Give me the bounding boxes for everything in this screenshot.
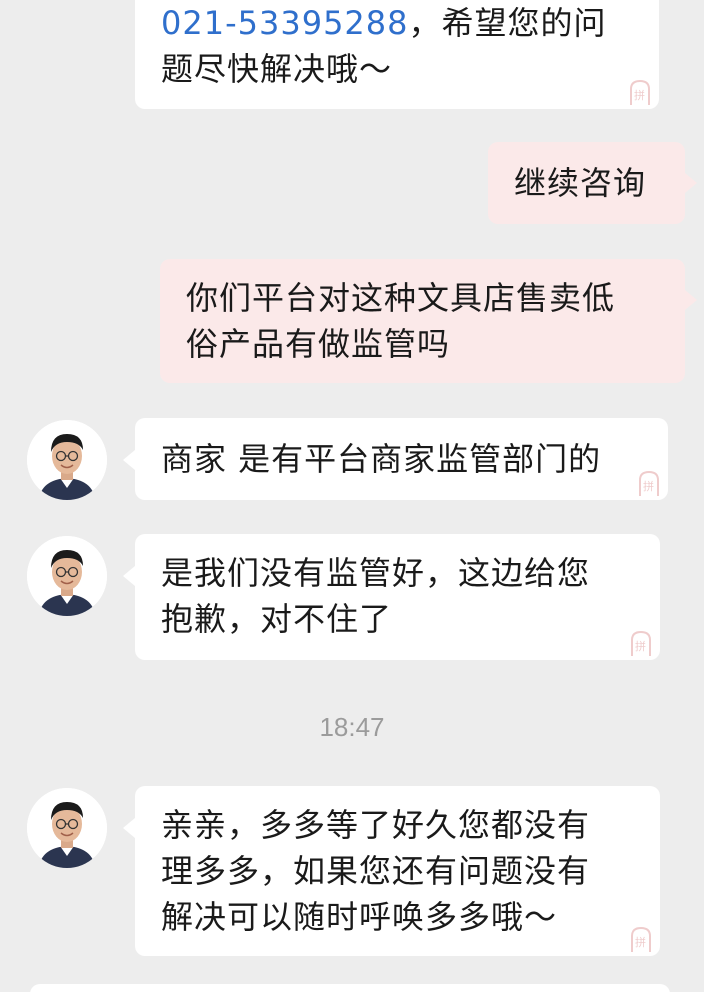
message-bubble-outgoing[interactable]: 继续咨询 xyxy=(488,142,685,224)
message-bubble-incoming[interactable]: 021-53395288，希望您的问 题尽快解决哦～ 拼 xyxy=(135,0,659,109)
bubble-tail xyxy=(123,566,135,586)
agent-avatar-icon[interactable] xyxy=(27,788,107,868)
bubble-tail xyxy=(685,173,697,193)
message-text: 继续咨询 xyxy=(514,164,647,202)
svg-text:拼: 拼 xyxy=(635,639,647,653)
pin-stamp-icon: 拼 xyxy=(630,79,650,105)
bubble-tail xyxy=(123,450,135,470)
svg-text:拼: 拼 xyxy=(643,479,655,493)
message-text: ，希望您的问 xyxy=(408,4,607,42)
message-line: 解决可以随时呼唤多多哦～ xyxy=(161,898,558,936)
message-line: 题尽快解决哦～ xyxy=(161,50,393,88)
phone-link[interactable]: 021-53395288 xyxy=(161,4,409,42)
message-line: 抱歉，对不住了 xyxy=(161,600,393,638)
message-bubble-incoming[interactable]: 亲亲，多多等了好久您都没有 理多多，如果您还有问题没有 解决可以随时呼唤多多哦～… xyxy=(135,786,660,956)
message-line: 理多多，如果您还有问题没有 xyxy=(161,852,591,890)
agent-avatar-icon[interactable] xyxy=(27,420,107,500)
message-line: 你们平台对这种文具店售卖低 xyxy=(186,279,616,317)
svg-text:拼: 拼 xyxy=(635,935,647,949)
message-bubble-incoming[interactable]: 是我们没有监管好，这边给您 抱歉，对不住了 拼 xyxy=(135,534,660,660)
message-bubble-incoming-partial xyxy=(30,984,670,992)
pin-stamp-icon: 拼 xyxy=(631,926,651,952)
agent-avatar-icon[interactable] xyxy=(27,536,107,616)
message-line: 亲亲，多多等了好久您都没有 xyxy=(161,806,591,844)
message-line: 021-53395288，希望您的问 xyxy=(161,0,631,46)
message-bubble-incoming[interactable]: 商家 是有平台商家监管部门的 拼 xyxy=(135,418,668,500)
pin-stamp-icon: 拼 xyxy=(631,630,651,656)
pin-stamp-icon: 拼 xyxy=(639,470,659,496)
message-line: 俗产品有做监管吗 xyxy=(186,325,451,363)
bubble-tail xyxy=(685,290,697,310)
message-line: 是我们没有监管好，这边给您 xyxy=(161,554,591,592)
svg-text:拼: 拼 xyxy=(634,88,646,102)
chat-timestamp: 18:47 xyxy=(319,712,385,742)
bubble-tail xyxy=(123,818,135,838)
message-bubble-outgoing[interactable]: 你们平台对这种文具店售卖低 俗产品有做监管吗 xyxy=(160,259,685,383)
chat-window: 021-53395288，希望您的问 题尽快解决哦～ 拼 继续咨询 你们平台对这… xyxy=(0,0,704,992)
message-text: 商家 是有平台商家监管部门的 xyxy=(161,440,602,478)
